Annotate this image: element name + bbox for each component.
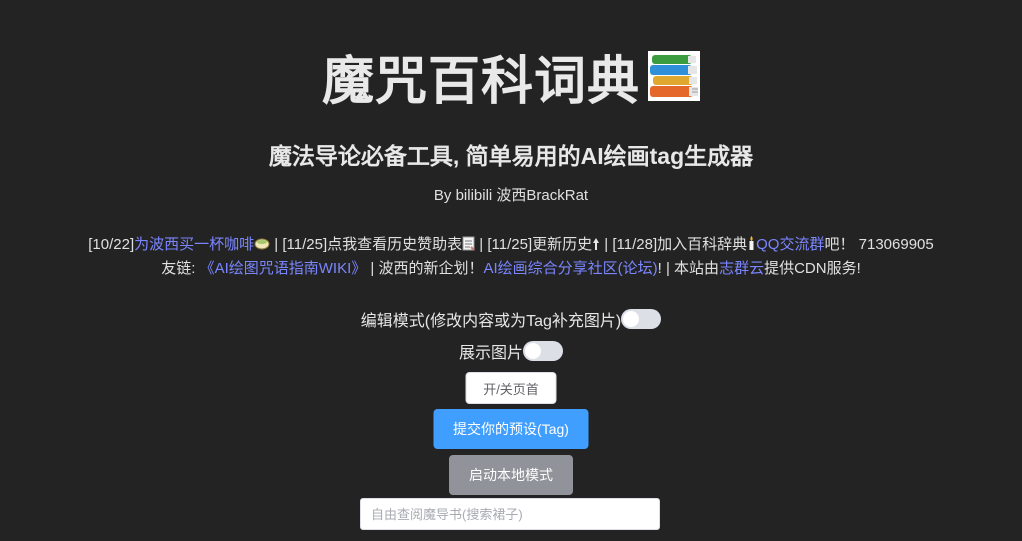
cdn-provider-link[interactable]: 志群云 — [719, 260, 764, 277]
site-title: 魔咒百科词典 — [0, 40, 1022, 112]
edit-mode-toggle[interactable] — [621, 309, 662, 329]
wiki-guide-link[interactable]: 《AI绘图咒语指南WIKI》 — [200, 260, 367, 277]
qq-number-text: 吧！ 713069905 — [824, 236, 934, 253]
friend-links-label: 友链: — [161, 260, 200, 277]
edit-mode-label: 编辑模式(修改内容或为Tag补充图片) — [360, 313, 622, 330]
page: 魔咒百科词典 魔法导论必备工具, 简单易用的AI绘画tag生成器 By bili… — [0, 0, 1022, 541]
sponsor-history-text[interactable]: | [11/25]点我查看历史赞助表 — [270, 236, 462, 253]
author-byline: By bilibili 波西BrackRat — [433, 187, 589, 204]
announcement-line-2: 友链: 《AI绘图咒语指南WIKI》 | 波西的新企划！AI绘画综合分享社区(论… — [0, 257, 1022, 278]
site-title-text: 魔咒百科词典 — [321, 52, 640, 111]
edit-mode-row: 编辑模式(修改内容或为Tag补充图片) — [0, 307, 1022, 331]
show-images-row: 展示图片 — [0, 339, 1022, 363]
show-images-toggle[interactable] — [523, 341, 563, 361]
site-subtitle: 魔法导论必备工具, 简单易用的AI绘画tag生成器 — [268, 143, 754, 169]
new-project-text: | 波西的新企划！ — [366, 260, 484, 277]
forum-link[interactable]: AI绘画综合分享社区(论坛) — [483, 260, 657, 277]
announcement-line-1: [10/22]为波西买一杯咖啡 | [11/25]点我查看历史赞助表 | [11… — [0, 233, 1022, 255]
coffee-icon — [254, 237, 270, 255]
join-text: | [11/28]加入百科辞典 — [600, 236, 748, 253]
books-icon — [648, 51, 700, 101]
submit-preset-button[interactable]: 提交你的预设(Tag) — [433, 409, 589, 449]
local-mode-button[interactable]: 启动本地模式 — [449, 455, 573, 495]
candle-icon — [747, 235, 756, 255]
up-arrow-icon — [592, 237, 600, 255]
toggle-header-button[interactable]: 开/关页首 — [465, 372, 557, 404]
qq-group-link[interactable]: QQ交流群 — [756, 236, 824, 253]
hosting-text: ! | 本站由 — [657, 260, 720, 277]
search-input[interactable] — [360, 498, 660, 530]
cdn-service-text: 提供CDN服务! — [764, 260, 861, 277]
show-images-label: 展示图片 — [458, 345, 523, 362]
buy-coffee-link[interactable]: 为波西买一杯咖啡 — [134, 236, 254, 253]
memo-icon — [462, 236, 475, 255]
announcement-text-date: [10/22] — [88, 236, 135, 253]
update-history-text[interactable]: | [11/25]更新历史 — [475, 236, 592, 253]
